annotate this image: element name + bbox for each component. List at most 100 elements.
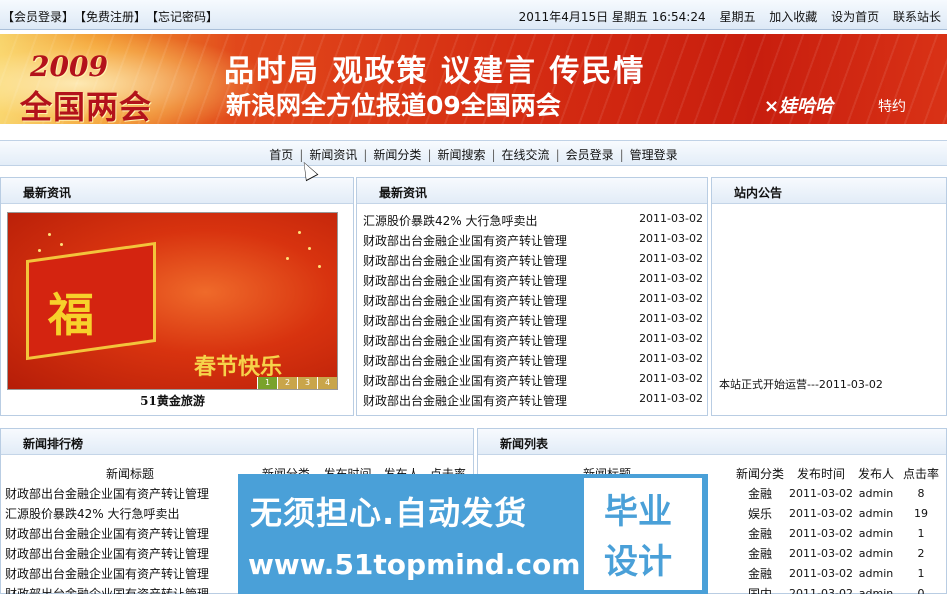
current-datetime: 2011年4月15日 星期五 16:54:24 (518, 10, 706, 24)
list-item[interactable]: 财政部出台金融企业国有资产转让管理 2011-03-02 (363, 352, 703, 372)
news-date: 2011-03-02 (639, 312, 703, 325)
col-date: 发布时间 (796, 466, 845, 481)
pager-1[interactable]: 1 (257, 377, 277, 389)
news-list: 汇源股价暴跌42% 大行急呼卖出 2011-03-02 财政部出台金融企业国有资产… (363, 212, 703, 412)
row-title[interactable]: 财政部出台金融企业国有资产转让管理 (5, 543, 255, 563)
news-title[interactable]: 财政部出台金融企业国有资产转让管理 (363, 292, 567, 312)
list-item[interactable]: 财政部出台金融企业国有资产转让管理 2011-03-02 (363, 292, 703, 312)
row-clicks: 2 (917, 546, 925, 560)
add-favorite-link[interactable]: 加入收藏 (769, 8, 817, 25)
news-title[interactable]: 财政部出台金融企业国有资产转让管理 (363, 232, 567, 252)
news-title[interactable]: 财政部出台金融企业国有资产转让管理 (363, 312, 567, 332)
site-links: 2011年4月15日 星期五 16:54:24 星期五 加入收藏 设为首页 联系… (519, 8, 941, 25)
news-date: 2011-03-02 (639, 372, 703, 385)
forgot-password-link[interactable]: 【忘记密码】 (146, 8, 218, 25)
watermark-badge-line1: 毕业 (604, 492, 672, 532)
list-item[interactable]: 汇源股价暴跌42% 大行急呼卖出 2011-03-02 (363, 212, 703, 232)
col-clicks: 点击率 (902, 466, 939, 481)
free-register-link[interactable]: 【免费注册】 (74, 8, 146, 25)
account-links: 【会员登录】【免费注册】【忘记密码】 (2, 8, 218, 25)
row-title[interactable]: 财政部出台金融企业国有资产转让管理 (5, 483, 255, 503)
row-date: 2011-03-02 (789, 506, 853, 520)
list-item[interactable]: 财政部出台金融企业国有资产转让管理 2011-03-02 (363, 332, 703, 352)
list-item[interactable]: 财政部出台金融企业国有资产转让管理 2011-03-02 (363, 272, 703, 292)
row-date: 2011-03-02 (789, 526, 853, 540)
row-author: admin (858, 486, 894, 500)
row-category: 金融 (747, 486, 772, 501)
panel-title: 站内公告 (712, 178, 946, 204)
row-title[interactable]: 财政部出台金融企业国有资产转让管理 (5, 583, 255, 594)
nav-search[interactable]: 新闻搜索 (437, 148, 485, 162)
site-notice-panel: 站内公告 本站正式开始运营---2011-03-02 (711, 177, 947, 416)
panel-title: 最新资讯 (357, 178, 707, 204)
row-author: admin (858, 566, 894, 580)
news-date: 2011-03-02 (639, 232, 703, 245)
row-date: 2011-03-02 (789, 586, 853, 594)
contact-admin-link[interactable]: 联系站长 (893, 8, 941, 25)
news-title[interactable]: 财政部出台金融企业国有资产转让管理 (363, 332, 567, 352)
list-item[interactable]: 财政部出台金融企业国有资产转让管理 2011-03-02 (363, 232, 703, 252)
panel-title: 最新资讯 (1, 178, 353, 204)
news-title[interactable]: 财政部出台金融企业国有资产转让管理 (363, 272, 567, 292)
news-date: 2011-03-02 (639, 392, 703, 405)
banner-year: 2009 (30, 50, 108, 83)
pager-3[interactable]: 3 (297, 377, 317, 389)
watermark-overlay: 无须担心.自动发货 www.51topmind.com 毕业 设计 (238, 474, 708, 594)
news-title[interactable]: 汇源股价暴跌42% 大行急呼卖出 (363, 212, 538, 232)
nav-news[interactable]: 新闻资讯 (309, 148, 357, 162)
row-category: 金融 (747, 566, 772, 581)
banner-event: 全国两会 (20, 88, 153, 124)
row-author: admin (858, 586, 894, 594)
col-category: 新闻分类 (735, 466, 784, 481)
row-clicks: 1 (917, 566, 925, 580)
main-nav: 首页 | 新闻资讯 | 新闻分类 | 新闻搜索 | 在线交流 | 会员登录 | 管理登录 (0, 140, 947, 166)
row-clicks: 0 (917, 586, 925, 594)
row-clicks: 8 (917, 486, 925, 500)
news-date: 2011-03-02 (639, 292, 703, 305)
row-title[interactable]: 财政部出台金融企业国有资产转让管理 (5, 563, 255, 583)
news-date: 2011-03-02 (639, 212, 703, 225)
row-author: admin (858, 506, 894, 520)
nav-admin-login[interactable]: 管理登录 (630, 148, 678, 162)
row-author: admin (858, 526, 894, 540)
news-title[interactable]: 财政部出台金融企业国有资产转让管理 (363, 252, 567, 272)
row-clicks: 1 (917, 526, 925, 540)
news-title[interactable]: 财政部出台金融企业国有资产转让管理 (363, 372, 567, 392)
row-category: 娱乐 (747, 506, 772, 521)
set-homepage-link[interactable]: 设为首页 (831, 8, 879, 25)
banner: 2009 全国两会 品时局 观政策 议建言 传民情 新浪网全方位报道09全国两会… (0, 34, 947, 124)
list-item[interactable]: 财政部出台金融企业国有资产转让管理 2011-03-02 (363, 372, 703, 392)
news-date: 2011-03-02 (639, 272, 703, 285)
watermark-line2: www.51topmind.com (248, 548, 581, 581)
latest-news-list-panel: 最新资讯 汇源股价暴跌42% 大行急呼卖出 2011-03-02 财政部出台金融企… (356, 177, 708, 416)
list-item[interactable]: 财政部出台金融企业国有资产转让管理 2011-03-02 (363, 392, 703, 412)
news-date: 2011-03-02 (639, 352, 703, 365)
banner-slogan: 品时局 观政策 议建言 传民情 (224, 54, 646, 89)
image-pager: 1 2 3 4 (257, 377, 337, 389)
row-category: 国内 (747, 586, 772, 594)
image-caption[interactable]: 51黄金旅游 (7, 392, 338, 409)
featured-image[interactable]: 福 春节快乐 1 2 3 4 (7, 212, 338, 390)
row-date: 2011-03-02 (789, 566, 853, 580)
nav-category[interactable]: 新闻分类 (373, 148, 421, 162)
pager-4[interactable]: 4 (317, 377, 337, 389)
nav-home[interactable]: 首页 (269, 148, 293, 162)
top-bar: 【会员登录】【免费注册】【忘记密码】 2011年4月15日 星期五 16:54:… (0, 0, 947, 30)
row-title[interactable]: 汇源股价暴跌42% 大行急呼卖出 (5, 503, 255, 523)
banner-subtitle: 新浪网全方位报道09全国两会 (226, 91, 561, 120)
list-item[interactable]: 财政部出台金融企业国有资产转让管理 2011-03-02 (363, 312, 703, 332)
member-login-link[interactable]: 【会员登录】 (2, 8, 74, 25)
nav-chat[interactable]: 在线交流 (502, 148, 550, 162)
pager-2[interactable]: 2 (277, 377, 297, 389)
notice-text[interactable]: 本站正式开始运营---2011-03-02 (719, 376, 883, 392)
latest-news-picture-panel: 最新资讯 福 春节快乐 1 2 3 4 51黄金旅游 (0, 177, 354, 416)
watermark-badge-line2: 设计 (604, 542, 672, 582)
nav-member-login[interactable]: 会员登录 (566, 148, 614, 162)
panel-title: 新闻排行榜 (1, 429, 473, 455)
news-title[interactable]: 财政部出台金融企业国有资产转让管理 (363, 392, 567, 412)
news-date: 2011-03-02 (639, 252, 703, 265)
row-title[interactable]: 财政部出台金融企业国有资产转让管理 (5, 523, 255, 543)
news-title[interactable]: 财政部出台金融企业国有资产转让管理 (363, 352, 567, 372)
list-item[interactable]: 财政部出台金融企业国有资产转让管理 2011-03-02 (363, 252, 703, 272)
row-category: 金融 (747, 546, 772, 561)
